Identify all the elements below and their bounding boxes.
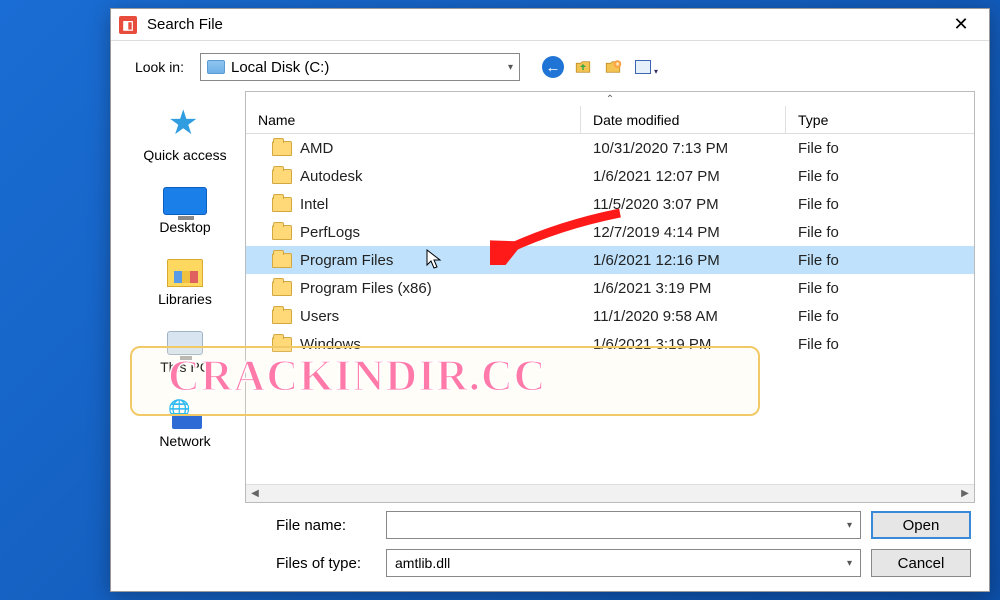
file-type: File fo	[786, 336, 974, 353]
lookin-value: Local Disk (C:)	[231, 59, 502, 76]
sort-indicator[interactable]: ⌃	[246, 92, 974, 106]
file-name: Program Files	[300, 252, 393, 269]
chevron-down-icon: ▾	[847, 520, 852, 531]
nav-buttons: ← ▾	[542, 56, 654, 78]
file-type: File fo	[786, 168, 974, 185]
body-area: Quick access Desktop Libraries This PC N…	[111, 91, 989, 503]
sidebar-label: Libraries	[158, 291, 212, 307]
folder-icon	[272, 141, 292, 156]
file-date: 10/31/2020 7:13 PM	[581, 140, 786, 157]
file-date: 11/1/2020 9:58 AM	[581, 308, 786, 325]
search-file-dialog: ◧ Search File ✕ Look in: Local Disk (C:)…	[110, 8, 990, 592]
file-name: Intel	[300, 196, 328, 213]
folder-icon	[272, 281, 292, 296]
libraries-icon	[167, 259, 203, 287]
sidebar-item-libraries[interactable]: Libraries	[158, 259, 212, 307]
file-row[interactable]: Program Files 1/6/2021 12:16 PMFile fo	[246, 246, 974, 274]
lookin-label: Look in:	[125, 59, 190, 75]
file-type: File fo	[786, 224, 974, 241]
file-row[interactable]: Autodesk 1/6/2021 12:07 PMFile fo	[246, 162, 974, 190]
scroll-left-icon[interactable]: ◀	[246, 488, 264, 499]
new-folder-button[interactable]	[602, 56, 624, 78]
file-date: 1/6/2021 12:16 PM	[581, 252, 786, 269]
file-name: Autodesk	[300, 168, 363, 185]
filetype-dropdown[interactable]: amtlib.dll ▾	[386, 549, 861, 577]
filename-input[interactable]: ▾	[386, 511, 861, 539]
view-menu-button[interactable]: ▾	[632, 56, 654, 78]
column-name[interactable]: Name	[246, 106, 581, 133]
folder-icon	[272, 197, 292, 212]
back-button[interactable]: ←	[542, 56, 564, 78]
bottom-panel: File name: ▾ Open Files of type: amtlib.…	[111, 503, 989, 591]
up-folder-button[interactable]	[572, 56, 594, 78]
file-name: Users	[300, 308, 339, 325]
open-button[interactable]: Open	[871, 511, 971, 539]
folder-icon	[272, 225, 292, 240]
sidebar-item-desktop[interactable]: Desktop	[159, 187, 210, 235]
file-name: AMD	[300, 140, 333, 157]
file-type: File fo	[786, 308, 974, 325]
desktop-icon	[163, 187, 207, 215]
lookin-toolbar: Look in: Local Disk (C:) ▾ ← ▾	[111, 41, 989, 91]
sidebar-label: Network	[159, 433, 210, 449]
places-sidebar: Quick access Desktop Libraries This PC N…	[125, 91, 245, 503]
cancel-button[interactable]: Cancel	[871, 549, 971, 577]
file-date: 11/5/2020 3:07 PM	[581, 196, 786, 213]
file-type: File fo	[786, 196, 974, 213]
filename-label: File name:	[276, 517, 376, 534]
titlebar: ◧ Search File ✕	[111, 9, 989, 41]
file-row[interactable]: Users 11/1/2020 9:58 AMFile fo	[246, 302, 974, 330]
file-row[interactable]: AMD 10/31/2020 7:13 PMFile fo	[246, 134, 974, 162]
sidebar-item-quick-access[interactable]: Quick access	[143, 109, 226, 163]
file-rows: AMD10/31/2020 7:13 PMFile foAutodesk1/6/…	[246, 134, 974, 484]
folder-icon	[272, 253, 292, 268]
file-date: 1/6/2021 3:19 PM	[581, 280, 786, 297]
file-type: File fo	[786, 252, 974, 269]
column-date[interactable]: Date modified	[581, 106, 786, 133]
filetype-row: Files of type: amtlib.dll ▾ Cancel	[276, 549, 971, 577]
file-name: Program Files (x86)	[300, 280, 432, 297]
filename-row: File name: ▾ Open	[276, 511, 971, 539]
file-name: PerfLogs	[300, 224, 360, 241]
dialog-title: Search File	[147, 16, 941, 33]
file-date: 1/6/2021 12:07 PM	[581, 168, 786, 185]
folder-icon	[272, 169, 292, 184]
star-icon	[168, 109, 202, 143]
file-row[interactable]: Program Files (x86) 1/6/2021 3:19 PMFile …	[246, 274, 974, 302]
app-icon: ◧	[119, 16, 137, 34]
scroll-right-icon[interactable]: ▶	[956, 488, 974, 499]
folder-icon	[272, 309, 292, 324]
lookin-dropdown[interactable]: Local Disk (C:) ▾	[200, 53, 520, 81]
filetype-value: amtlib.dll	[395, 555, 450, 571]
file-row[interactable]: PerfLogs 12/7/2019 4:14 PMFile fo	[246, 218, 974, 246]
disk-icon	[207, 60, 225, 74]
file-row[interactable]: Intel 11/5/2020 3:07 PMFile fo	[246, 190, 974, 218]
column-headers: Name Date modified Type	[246, 106, 974, 134]
column-type[interactable]: Type	[786, 112, 974, 128]
file-type: File fo	[786, 140, 974, 157]
file-list: ⌃ Name Date modified Type AMD 10/31/2020 …	[245, 91, 975, 503]
file-date: 12/7/2019 4:14 PM	[581, 224, 786, 241]
chevron-down-icon: ▾	[508, 62, 513, 73]
watermark-box	[130, 346, 760, 416]
sidebar-label: Desktop	[159, 219, 210, 235]
filetype-label: Files of type:	[276, 555, 376, 572]
sidebar-label: Quick access	[143, 147, 226, 163]
close-button[interactable]: ✕	[941, 10, 981, 40]
file-type: File fo	[786, 280, 974, 297]
chevron-down-icon: ▾	[847, 558, 852, 569]
horizontal-scrollbar[interactable]: ◀ ▶	[246, 484, 974, 502]
